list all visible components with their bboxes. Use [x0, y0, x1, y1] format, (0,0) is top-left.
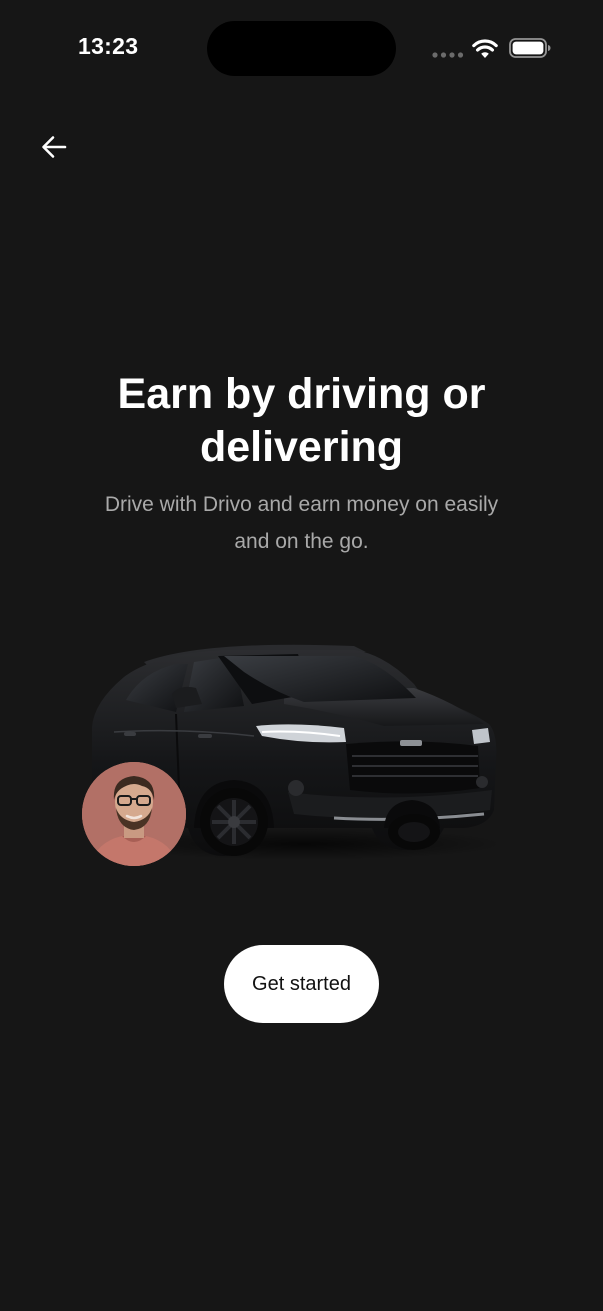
status-time: 13:23: [78, 33, 139, 59]
page-title: Earn by driving or delivering: [117, 370, 486, 471]
battery-icon: [509, 38, 551, 58]
page-subtitle: Drive with Drivo and earn money on easil…: [104, 493, 499, 553]
driver-avatar: [82, 762, 186, 866]
get-started-button[interactable]: Get started: [224, 945, 379, 1023]
signal-dots-icon: [432, 52, 464, 58]
back-button[interactable]: [32, 127, 76, 167]
onboarding-screen: 13:23 Earn by driving or delivering Driv…: [0, 0, 603, 1311]
wifi-icon: [472, 39, 498, 58]
arrow-left-icon: [42, 136, 67, 158]
dynamic-island: [207, 21, 396, 76]
